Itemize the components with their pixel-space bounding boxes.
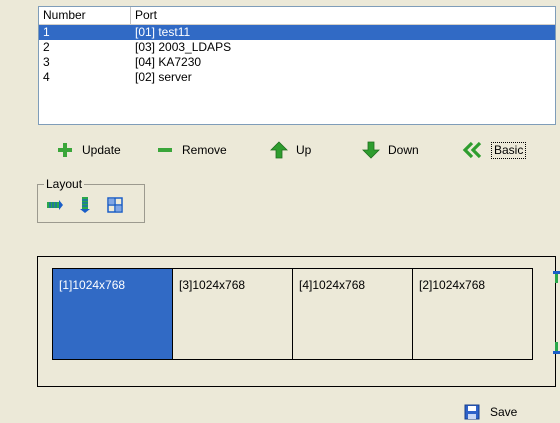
grid-layout-icon[interactable] <box>107 197 123 213</box>
scroll-down-icon[interactable] <box>552 341 560 355</box>
minus-icon <box>158 148 172 152</box>
row-port: [04] KA7230 <box>135 55 202 69</box>
list-row[interactable]: 3 [04] KA7230 <box>39 55 555 70</box>
column-header-number[interactable]: Number <box>39 7 131 24</box>
update-label: Update <box>82 143 121 157</box>
arrow-down-icon <box>362 141 380 159</box>
column-header-port[interactable]: Port <box>131 7 555 24</box>
save-label: Save <box>490 405 518 419</box>
screen-label: [2]1024x768 <box>419 278 486 292</box>
screen-label: [4]1024x768 <box>299 278 366 292</box>
row-number: 2 <box>43 40 50 54</box>
down-label: Down <box>388 143 419 157</box>
screen-label: [1]1024x768 <box>59 278 126 292</box>
basic-button[interactable]: Basic <box>461 139 527 161</box>
double-chevron-left-icon <box>462 141 482 159</box>
screens-row: [1]1024x768 [3]1024x768 [4]1024x768 [2]1… <box>52 268 536 360</box>
remove-button[interactable]: Remove <box>156 139 227 161</box>
plus-icon <box>58 143 72 157</box>
list-row[interactable]: 2 [03] 2003_LDAPS <box>39 40 555 55</box>
up-label: Up <box>296 143 312 157</box>
screen-tile[interactable]: [1]1024x768 <box>52 268 173 360</box>
screen-tile[interactable]: [2]1024x768 <box>412 268 533 360</box>
screen-tile[interactable]: [3]1024x768 <box>172 268 293 360</box>
screen-tile[interactable]: [4]1024x768 <box>292 268 413 360</box>
row-port: [02] server <box>135 70 192 84</box>
floppy-disk-icon <box>464 404 480 420</box>
row-number: 4 <box>43 70 50 84</box>
up-button[interactable]: Up <box>270 139 311 161</box>
list-row[interactable]: 1 [01] test11 <box>39 25 555 40</box>
row-port: [03] 2003_LDAPS <box>135 40 232 54</box>
update-button[interactable]: Update <box>56 139 121 161</box>
scroll-up-icon[interactable] <box>552 270 560 284</box>
basic-label: Basic <box>491 141 527 159</box>
row-port: [01] test11 <box>135 25 191 39</box>
arrow-up-icon <box>270 141 288 159</box>
screen-label: [3]1024x768 <box>179 278 246 292</box>
layout-group: Layout <box>37 177 145 223</box>
down-button[interactable]: Down <box>362 139 419 161</box>
layout-legend: Layout <box>44 177 85 191</box>
screens-panel: [1]1024x768 [3]1024x768 [4]1024x768 [2]1… <box>37 256 556 387</box>
list-header: Number Port <box>39 7 555 25</box>
horizontal-layout-icon[interactable] <box>47 197 63 213</box>
port-list[interactable]: Number Port 1 [01] test11 2 [03] 2003_LD… <box>38 6 556 125</box>
remove-label: Remove <box>182 143 227 157</box>
row-number: 1 <box>43 25 50 39</box>
list-row[interactable]: 4 [02] server <box>39 70 555 85</box>
vertical-layout-icon[interactable] <box>77 197 93 213</box>
save-button[interactable]: Save <box>464 403 517 421</box>
row-number: 3 <box>43 55 50 69</box>
